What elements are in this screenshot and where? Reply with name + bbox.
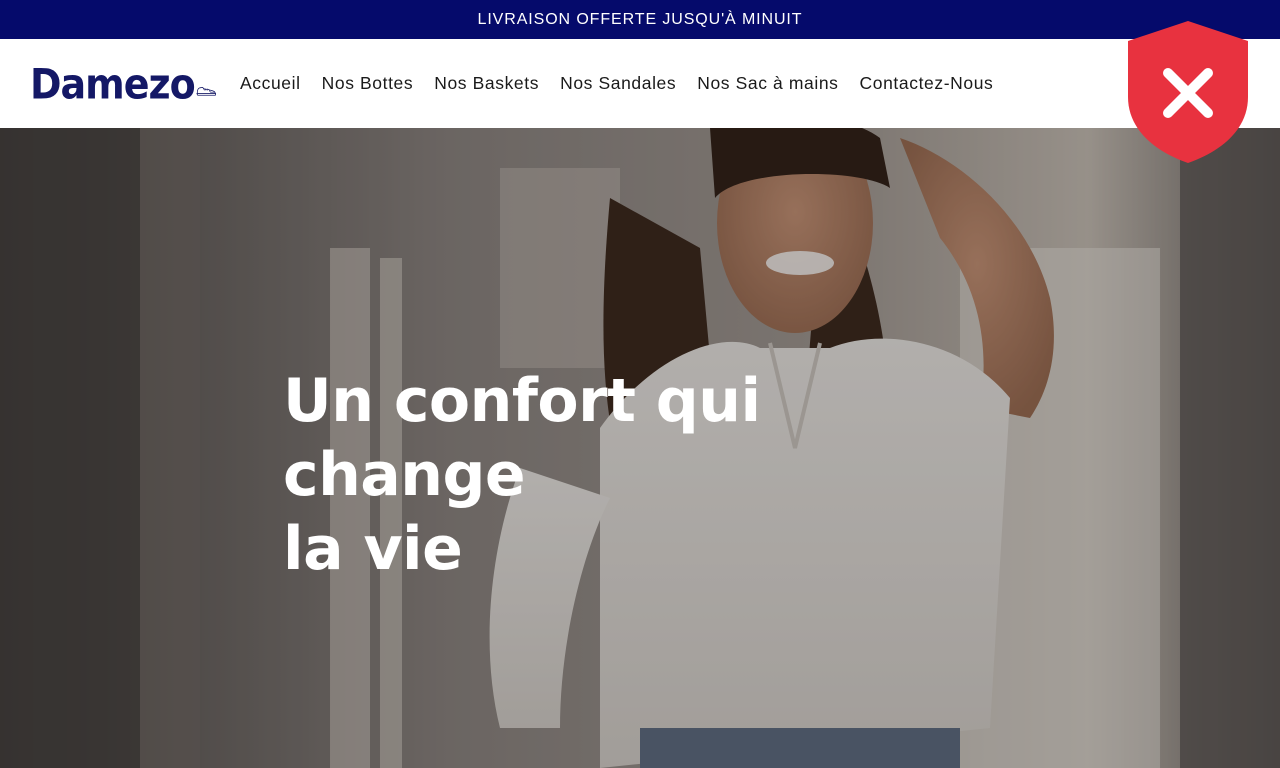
site-header: Damezo Accueil Nos Bottes Nos Baskets No…	[0, 39, 1280, 128]
nav-item-accueil[interactable]: Accueil	[240, 73, 301, 94]
hero-banner: Un confort qui change la vie	[0, 128, 1280, 768]
logo-text: Damezo	[30, 59, 196, 109]
nav-item-sac-a-mains[interactable]: Nos Sac à mains	[697, 73, 838, 94]
nav-item-contact[interactable]: Contactez-Nous	[860, 73, 994, 94]
sneaker-icon	[196, 86, 216, 96]
shield-close-icon[interactable]	[1126, 19, 1250, 165]
nav-item-bottes[interactable]: Nos Bottes	[322, 73, 414, 94]
hero-title-line2: la vie	[283, 514, 463, 584]
logo[interactable]: Damezo	[30, 59, 216, 109]
announcement-bar: LIVRAISON OFFERTE JUSQU'À MINUIT	[0, 0, 1280, 39]
announcement-text: LIVRAISON OFFERTE JUSQU'À MINUIT	[477, 10, 803, 28]
hero-title-line1: Un confort qui change	[283, 366, 761, 510]
hero-title: Un confort qui change la vie	[283, 364, 1003, 586]
nav-item-sandales[interactable]: Nos Sandales	[560, 73, 676, 94]
main-nav: Accueil Nos Bottes Nos Baskets Nos Sanda…	[240, 39, 1014, 128]
nav-item-baskets[interactable]: Nos Baskets	[434, 73, 539, 94]
